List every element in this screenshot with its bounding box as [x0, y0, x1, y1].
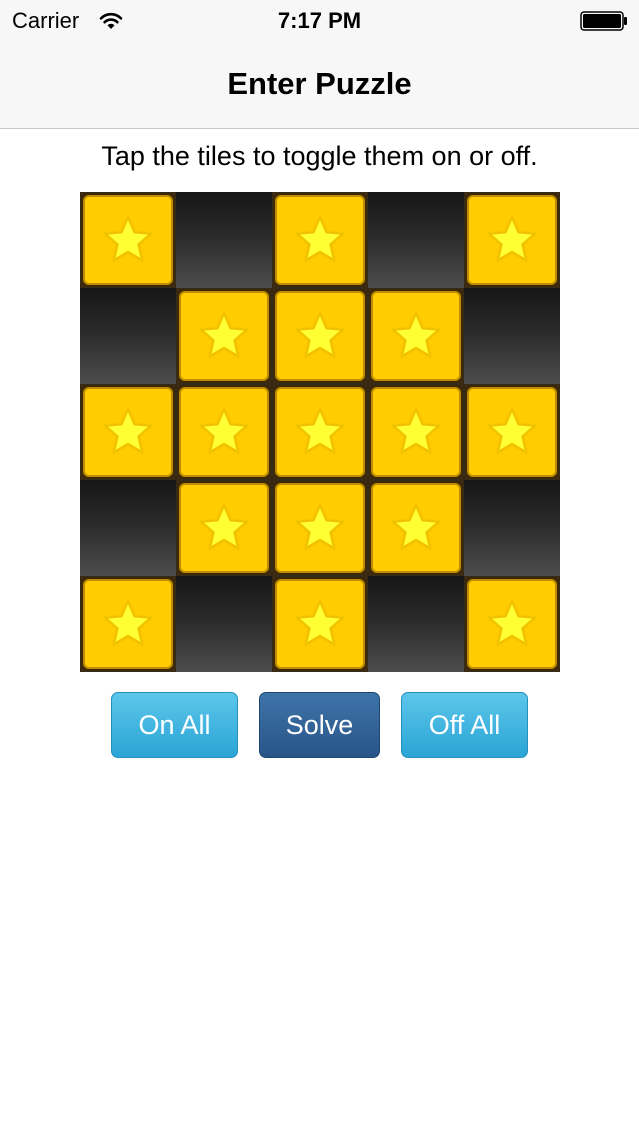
tile-face [371, 387, 461, 477]
puzzle-tile-r2-c2[interactable] [176, 288, 272, 384]
star-icon [487, 407, 537, 454]
puzzle-tile-r2-c3[interactable] [272, 288, 368, 384]
instruction-text: Tap the tiles to toggle them on or off. [101, 141, 538, 171]
puzzle-tile-r2-c5[interactable] [464, 288, 560, 384]
star-icon [295, 407, 345, 454]
tile-face [179, 387, 269, 477]
star-icon [487, 215, 537, 262]
star-icon [103, 599, 153, 646]
tile-face [467, 579, 557, 669]
star-icon [295, 215, 345, 262]
tile-face [83, 579, 173, 669]
star-icon [199, 503, 249, 550]
tile-face [179, 291, 269, 381]
puzzle-tile-r1-c1[interactable] [80, 192, 176, 288]
star-icon [391, 503, 441, 550]
puzzle-tile-r1-c5[interactable] [464, 192, 560, 288]
tile-face [275, 291, 365, 381]
star-icon [199, 407, 249, 454]
tile-face [467, 387, 557, 477]
puzzle-tile-r2-c4[interactable] [368, 288, 464, 384]
battery-icon [580, 11, 627, 31]
tile-face [275, 195, 365, 285]
tile-face [83, 387, 173, 477]
puzzle-grid [80, 192, 560, 672]
status-bar: Carrier 7:17 PM [0, 0, 639, 40]
tile-face [275, 579, 365, 669]
puzzle-tile-r1-c2[interactable] [176, 192, 272, 288]
page-title: Enter Puzzle [227, 66, 412, 101]
puzzle-tile-r4-c1[interactable] [80, 480, 176, 576]
star-icon [199, 311, 249, 358]
puzzle-tile-r3-c5[interactable] [464, 384, 560, 480]
star-icon [391, 407, 441, 454]
tile-face [275, 483, 365, 573]
puzzle-tile-r5-c2[interactable] [176, 576, 272, 672]
star-icon [391, 311, 441, 358]
tile-face [467, 195, 557, 285]
puzzle-tile-r1-c3[interactable] [272, 192, 368, 288]
tile-face [371, 483, 461, 573]
puzzle-tile-r2-c1[interactable] [80, 288, 176, 384]
star-icon [103, 215, 153, 262]
star-icon [487, 599, 537, 646]
navigation-bar: Enter Puzzle [0, 40, 639, 129]
solve-button[interactable]: Solve [259, 692, 380, 758]
puzzle-tile-r5-c1[interactable] [80, 576, 176, 672]
tile-face [83, 195, 173, 285]
star-icon [295, 599, 345, 646]
off-all-button[interactable]: Off All [401, 692, 528, 758]
star-icon [295, 311, 345, 358]
on-all-button[interactable]: On All [111, 692, 238, 758]
tile-face [179, 483, 269, 573]
status-time: 7:17 PM [277, 8, 362, 33]
puzzle-tile-r4-c4[interactable] [368, 480, 464, 576]
puzzle-tile-r4-c3[interactable] [272, 480, 368, 576]
puzzle-tile-r3-c2[interactable] [176, 384, 272, 480]
tile-face [275, 387, 365, 477]
puzzle-tile-r4-c5[interactable] [464, 480, 560, 576]
tile-face [371, 291, 461, 381]
puzzle-tile-r1-c4[interactable] [368, 192, 464, 288]
star-icon [295, 503, 345, 550]
puzzle-tile-r3-c4[interactable] [368, 384, 464, 480]
puzzle-tile-r5-c4[interactable] [368, 576, 464, 672]
puzzle-tile-r5-c5[interactable] [464, 576, 560, 672]
star-icon [103, 407, 153, 454]
puzzle-tile-r3-c3[interactable] [272, 384, 368, 480]
puzzle-tile-r4-c2[interactable] [176, 480, 272, 576]
puzzle-tile-r3-c1[interactable] [80, 384, 176, 480]
puzzle-tile-r5-c3[interactable] [272, 576, 368, 672]
